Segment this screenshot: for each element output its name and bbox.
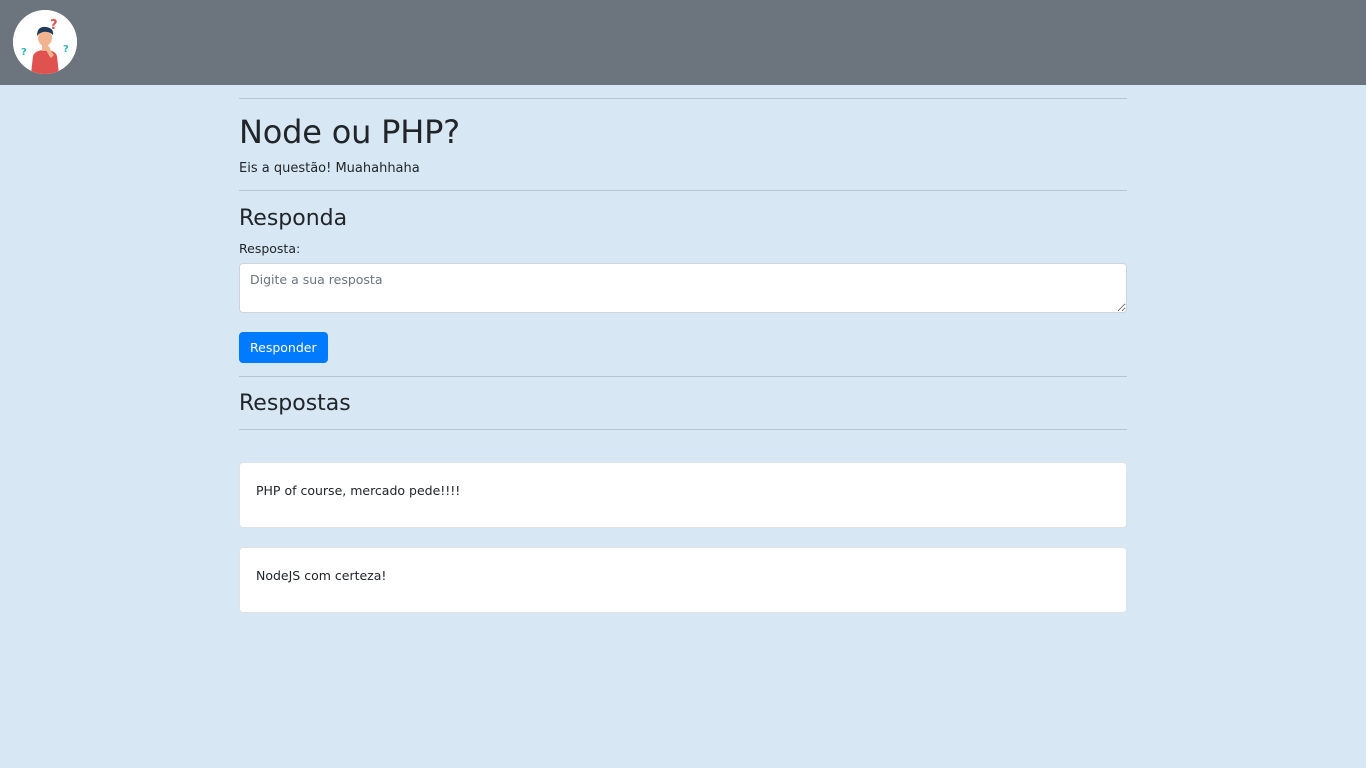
answer-form-title: Responda [239,206,348,232]
answer-card: PHP of course, mercado pede!!!! [239,461,1127,528]
answer-label: Resposta: [239,240,301,256]
svg-text:?: ? [63,44,69,55]
question-description: Eis a questão! Muahahhaha [239,161,420,177]
answer-card: NodeJS com certeza! [239,546,1127,613]
divider [239,190,1127,192]
divider [239,375,1127,377]
question-title: Node ou PHP? [239,113,460,151]
confused-person-icon: ? ? ? [13,10,77,74]
divider [239,428,1127,430]
answer-text: PHP of course, mercado pede!!!! [256,482,461,498]
answer-text: NodeJS com certeza! [256,567,387,583]
svg-text:?: ? [21,47,27,58]
answers-title: Respostas [239,390,351,416]
divider [239,98,1127,99]
logo-link[interactable]: ? ? ? [13,10,77,74]
svg-text:?: ? [50,18,58,33]
top-navbar: ? ? ? [0,0,1366,85]
submit-answer-button[interactable]: Responder [239,331,328,363]
answers-list: PHP of course, mercado pede!!!! NodeJS c… [239,461,1127,613]
main-container: Node ou PHP? Eis a questão! Muahahhaha R… [239,85,1127,632]
answer-textarea[interactable] [239,262,1127,313]
